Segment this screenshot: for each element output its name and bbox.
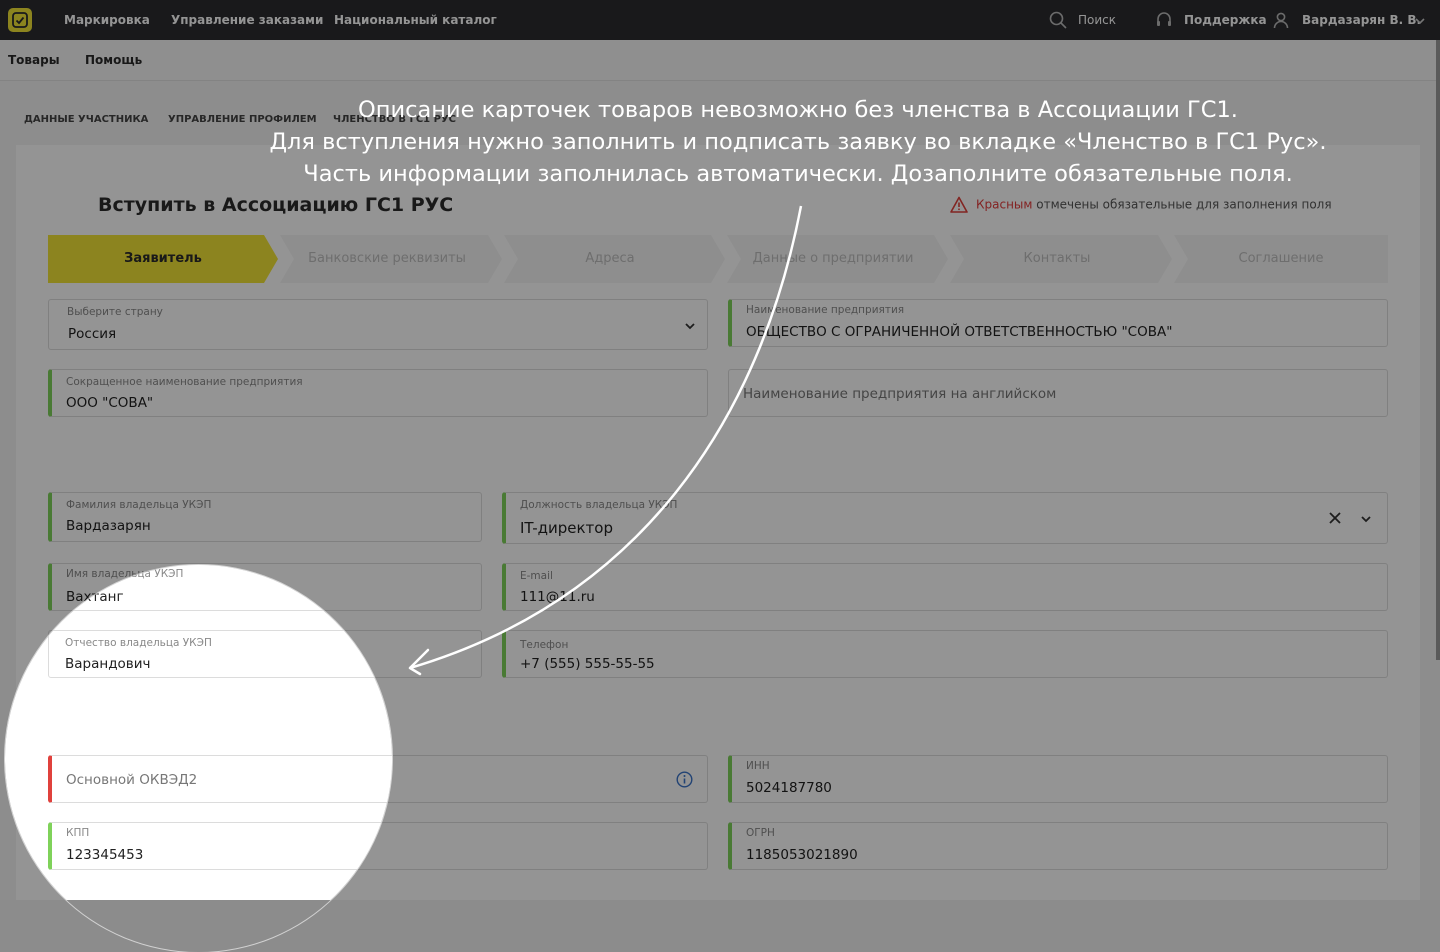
scrollbar[interactable] <box>1436 40 1440 660</box>
hint-arrow <box>408 205 803 676</box>
